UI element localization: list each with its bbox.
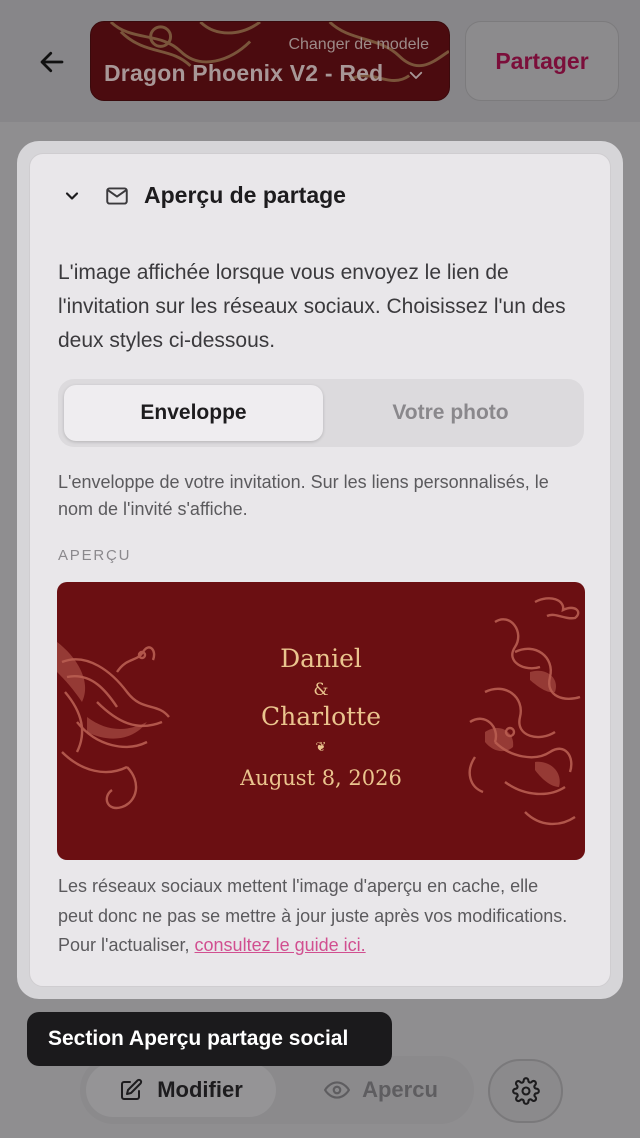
section-description: L'image affichée lorsque vous envoyez le… <box>58 261 566 352</box>
mail-icon <box>106 186 128 205</box>
option-hint: L'enveloppe de votre invitation. Sur les… <box>58 472 549 519</box>
section-header[interactable]: Aperçu de partage <box>62 182 346 209</box>
settings-button[interactable] <box>488 1059 563 1123</box>
template-subtitle: Changer de modele <box>288 36 429 53</box>
tab-edit-label: Modifier <box>157 1077 243 1102</box>
chevron-down-icon[interactable] <box>62 186 82 206</box>
tab-preview-label: Apercu <box>362 1077 438 1102</box>
envelope-preview: Daniel & Charlotte ❦ August 8, 2026 <box>57 582 585 860</box>
envelope-ampersand: & <box>313 680 329 700</box>
tab-preview[interactable]: Apercu <box>296 1063 466 1117</box>
arrow-left-icon <box>40 51 64 73</box>
pencil-square-icon <box>121 1078 143 1100</box>
share-button[interactable]: Partager <box>465 21 619 101</box>
preview-label: APERÇU <box>58 547 132 564</box>
envelope-name-2: Charlotte <box>260 702 382 731</box>
option-envelope[interactable]: Enveloppe <box>64 385 323 441</box>
gear-icon <box>511 1077 540 1105</box>
eye-icon <box>324 1081 351 1099</box>
top-bar: Changer de modele Dragon Phoenix V2 - Re… <box>0 0 640 122</box>
section-title: Aperçu de partage <box>144 182 346 208</box>
envelope-ornament: ❦ <box>315 740 327 755</box>
share-preview-section: Aperçu de partage L'image affichée lorsq… <box>29 153 611 987</box>
option-your-photo[interactable]: Votre photo <box>323 385 578 441</box>
envelope-date: August 8, 2026 <box>240 766 402 790</box>
style-toggle: Enveloppe Votre photo <box>58 379 584 447</box>
guide-link[interactable]: consultez le guide ici. <box>195 935 366 955</box>
template-name: Dragon Phoenix V2 - Red <box>104 60 384 86</box>
tab-edit[interactable]: Modifier <box>86 1063 276 1117</box>
template-selector[interactable]: Changer de modele Dragon Phoenix V2 - Re… <box>90 21 450 101</box>
cache-note: Les réseaux sociaux mettent l'image d'ap… <box>58 872 578 961</box>
chevron-down-icon <box>409 71 423 79</box>
back-button[interactable] <box>32 42 72 82</box>
envelope-name-1: Daniel <box>280 644 362 673</box>
envelope-text: Daniel & Charlotte ❦ August 8, 2026 <box>57 582 585 860</box>
toast-message: Section Aperçu partage social <box>27 1012 392 1066</box>
